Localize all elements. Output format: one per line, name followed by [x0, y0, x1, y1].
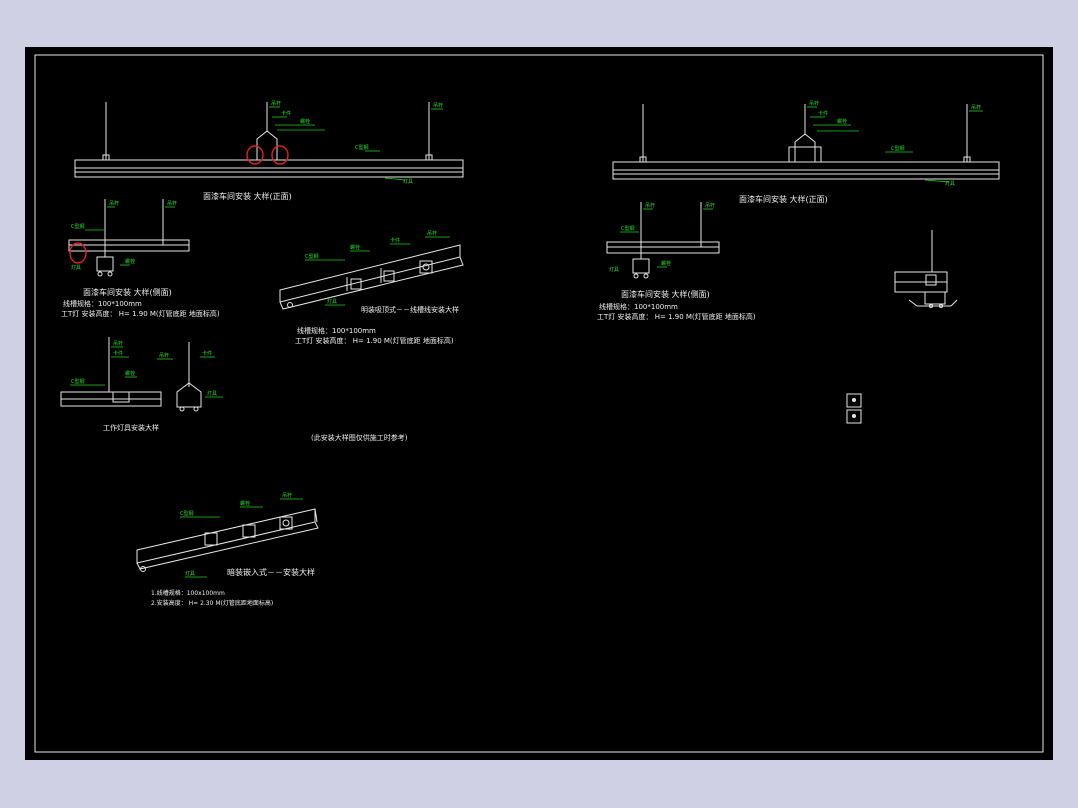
- oblique-view: C型钢 螺栓 卡件 吊杆 灯具: [279, 230, 464, 310]
- svg-text:C型钢: C型钢: [355, 144, 369, 151]
- svg-text:灯具: 灯具: [609, 266, 619, 273]
- side-view-left: 吊杆 吊杆 C型钢 螺栓 灯具: [68, 199, 190, 277]
- svg-text:C型钢: C型钢: [891, 145, 905, 152]
- svg-text:卡件: 卡件: [390, 237, 400, 244]
- svg-text:灯具: 灯具: [185, 570, 195, 577]
- svg-text:螺栓: 螺栓: [837, 118, 847, 125]
- svg-text:吊杆: 吊杆: [113, 340, 123, 347]
- cad-drawing-canvas[interactable]: 吊杆 卡件 螺栓 C型钢 灯具 吊杆 面漆车间安装 大样(正面) 吊杆 吊杆 C…: [25, 47, 1053, 760]
- side-view-title: 面漆车间安装 大样(侧面): [83, 287, 172, 297]
- svg-text:螺栓: 螺栓: [125, 258, 135, 265]
- install-height-text: 工T灯 安装高度： H= 1.90 M(灯管底距 地面标高): [61, 309, 220, 318]
- small-box-symbols: [846, 393, 862, 424]
- reference-note: (此安装大样图仅供施工时参考): [311, 433, 408, 442]
- svg-text:C型钢: C型钢: [180, 510, 194, 517]
- front-view-title-right: 面漆车间安装 大样(正面): [739, 194, 828, 204]
- recessed-spec: 1.线槽规格：100x100mm: [151, 589, 225, 597]
- svg-text:C型钢: C型钢: [71, 223, 85, 230]
- svg-text:灯具: 灯具: [403, 178, 413, 185]
- oblique-spec: 线槽规格：100*100mm: [297, 326, 376, 335]
- svg-text:吊杆: 吊杆: [705, 202, 715, 209]
- oblique-height: 工T灯 安装高度： H= 1.90 M(灯管底距 地面标高): [295, 336, 454, 345]
- svg-text:C型钢: C型钢: [305, 253, 319, 260]
- svg-text:螺栓: 螺栓: [350, 244, 360, 251]
- oblique-title: 明装吸顶式－－线槽线安装大样: [361, 305, 459, 314]
- svg-text:吊杆: 吊杆: [282, 492, 292, 499]
- svg-text:吊杆: 吊杆: [109, 200, 119, 207]
- svg-text:吊杆: 吊杆: [271, 100, 281, 107]
- recessed-title: 暗装嵌入式－－安装大样: [227, 567, 315, 577]
- svg-text:卡件: 卡件: [281, 110, 291, 117]
- svg-text:吊杆: 吊杆: [645, 202, 655, 209]
- svg-text:吊杆: 吊杆: [167, 200, 177, 207]
- svg-text:C型钢: C型钢: [621, 225, 635, 232]
- svg-text:吊杆: 吊杆: [809, 100, 819, 107]
- recessed-view: C型钢 螺栓 吊杆 灯具: [136, 492, 319, 578]
- svg-text:螺栓: 螺栓: [300, 118, 310, 125]
- front-view-title: 面漆车间安装 大样(正面): [203, 191, 292, 201]
- svg-text:吊杆: 吊杆: [159, 352, 169, 359]
- front-view-left: 吊杆 卡件 螺栓 C型钢 灯具 吊杆: [74, 100, 464, 185]
- svg-text:吊杆: 吊杆: [427, 230, 437, 237]
- svg-text:灯具: 灯具: [207, 390, 217, 397]
- section-detail-right: [894, 230, 958, 308]
- svg-text:卡件: 卡件: [202, 350, 212, 357]
- work-lamp-title: 工作灯具安装大样: [103, 423, 159, 432]
- svg-text:C型钢: C型钢: [71, 378, 85, 385]
- svg-text:螺栓: 螺栓: [661, 260, 671, 267]
- svg-text:吊杆: 吊杆: [433, 102, 443, 109]
- recessed-height: 2.安装高度： H= 2.30 M(灯管底距地面标高): [151, 599, 273, 607]
- install-height-text-right: 工T灯 安装高度： H= 1.90 M(灯管底距 地面标高): [597, 312, 756, 321]
- svg-text:灯具: 灯具: [945, 180, 955, 187]
- front-view-right: 吊杆 卡件 螺栓 C型钢 灯具 吊杆: [612, 100, 1000, 187]
- svg-text:卡件: 卡件: [113, 350, 123, 357]
- svg-text:螺栓: 螺栓: [240, 500, 250, 507]
- svg-text:卡件: 卡件: [818, 110, 828, 117]
- side-view-title-right: 面漆车间安装 大样(侧面): [621, 289, 710, 299]
- svg-text:灯具: 灯具: [71, 264, 81, 271]
- svg-text:灯具: 灯具: [327, 298, 337, 305]
- work-lamp-detail: 吊杆 卡件 C型钢 螺栓 吊杆 卡件 灯具: [60, 337, 223, 412]
- side-view-right: 吊杆 吊杆 C型钢 螺栓 灯具: [606, 202, 720, 279]
- lamp-spec-text-right: 线槽规格：100*100mm: [599, 302, 678, 311]
- svg-text:螺栓: 螺栓: [125, 370, 135, 377]
- svg-text:吊杆: 吊杆: [971, 104, 981, 111]
- drawing-sheet: 吊杆 卡件 螺栓 C型钢 灯具 吊杆 面漆车间安装 大样(正面) 吊杆 吊杆 C…: [34, 54, 1044, 753]
- lamp-spec-text: 线槽规格：100*100mm: [63, 299, 142, 308]
